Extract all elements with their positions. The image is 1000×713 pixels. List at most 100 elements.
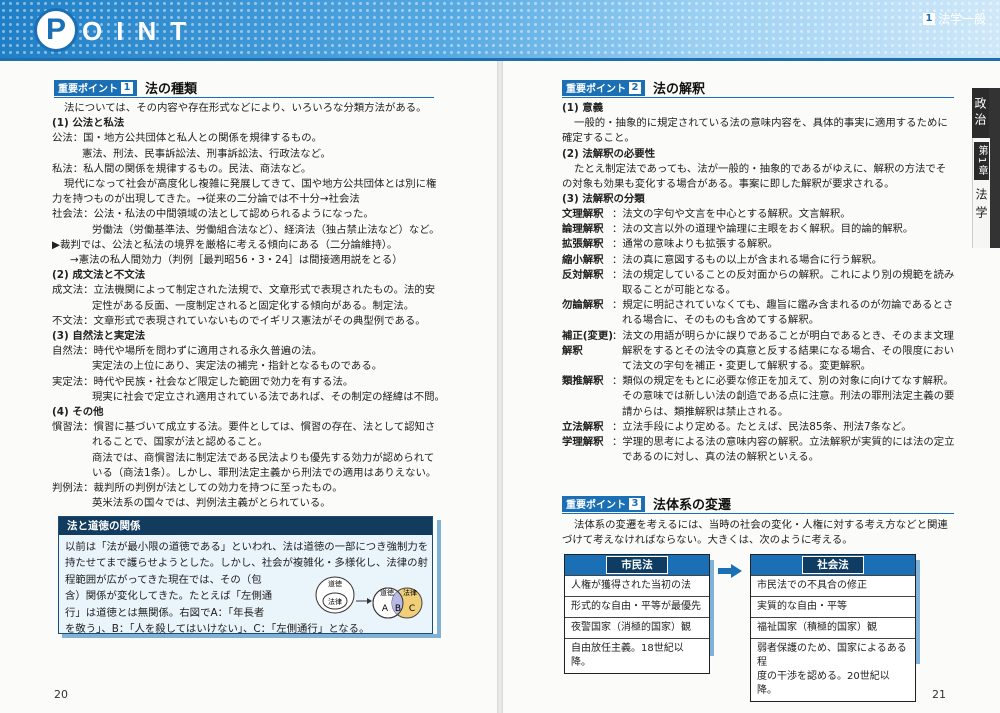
venn-c: C (409, 604, 415, 614)
section-2-badge-label: 重要ポイント (566, 84, 626, 95)
point-logo-text: OINT (82, 16, 201, 46)
venn-old-morality-label: 道徳 (328, 579, 342, 588)
term-definition-line: ：規定に明記されていなくても、趣旨に鑑み含まれるのが勿論であるとさ (612, 299, 954, 312)
left-body: 法については、その内容や存在形式などにより、いろいろな分類方法がある。 (1) … (52, 101, 445, 511)
term-name-line: 論理解釈 (562, 223, 604, 236)
subheading: (1) 意義 (562, 102, 604, 114)
point-logo-p: P (34, 8, 78, 52)
section-3-text: 法体系の変遷を考えるには、当時の社会の変化・人権に対する考え方などと関連 づけて… (562, 518, 958, 548)
body-line: 現実に社会で定立され適用されている法であれば、その制定の経緯は不問。 (92, 390, 445, 403)
section-1-number: 1 (121, 81, 133, 94)
civil-law-row: 自由放任主義。18世紀以降。 (565, 638, 709, 673)
term-name: 反対解釈 (562, 268, 612, 298)
interpretation-terms: 文理解釈 ：法文の字句や文言を中心とする解釈。文言解釈。 論理解釈 ：法の文言以外の道… (562, 207, 958, 465)
box-line: 持たせてまで護らせようとした。しかし、社会が複雑化・多様化し、法律の射 (65, 557, 428, 570)
left-page-number: 20 (54, 688, 68, 701)
social-law-row: 市民法での不具合の修正 (751, 575, 915, 596)
body-line: づけて考えなければならない。大きくは、次のように考える。 (562, 534, 853, 547)
section-3-number: 3 (629, 497, 641, 510)
term-name: 勿論解釈 (562, 298, 612, 328)
term-row: 勿論解釈 ：規定に明記されていなくても、趣旨に鑑み含まれるのが勿論であるとされる場… (562, 298, 958, 328)
subheading: (2) 成文法と不文法 (52, 269, 146, 282)
section-2-title: 法の解釈 (653, 82, 706, 97)
term-definition: ：通常の意味よりも拡張する解釈。 (612, 237, 778, 252)
body-line: 現代になって社会が高度化し複雑に発展してきて、国や地方公共団体とは別に権 (64, 178, 437, 191)
body-line: いる（商法1条）。しかし、罪刑法定主義から刑法での適用はありえない。 (92, 466, 437, 479)
section-2-number: 2 (629, 81, 641, 94)
term-definition: ：法文の用語が明らかに誤りであることが明白であるとき、そのまま文理 解釈をするとそ… (612, 329, 954, 375)
term-name: 文理解釈 (562, 207, 612, 222)
term-row: 立法解釈 ：立法手段により定める。たとえば、民法85条、刑法7条など。 (562, 420, 958, 435)
term-name-line: 勿論解釈 (562, 299, 604, 312)
law-morality-box-title: 法と道徳の関係 (59, 517, 432, 535)
side-index-tab: 政治 第1章 法学 (972, 88, 1000, 248)
body-line: の対象も効果も変化する場合がある。事案に即した解釈が要求される。 (562, 178, 895, 191)
term-name-line: 立法解釈 (562, 420, 604, 433)
social-law-header-label: 社会法 (802, 556, 864, 574)
book-spread: P OINT 1 法学一般 重要ポイント 1 法の種類 法については、その内容や… (0, 0, 1000, 713)
term-definition-line: れる場合に、そのものも含めてする解釈。 (622, 314, 820, 327)
social-law-row: 弱者保護のため、国家によるある程 度の干渉を認める。20世紀以降。 (751, 638, 915, 701)
body-line: れることで、国家が法と認めること。 (92, 436, 268, 449)
term-name: 立法解釈 (562, 420, 612, 435)
term-row: 類推解釈 ：類似の規定をもとに必要な修正を加えて、別の対象に向けてなす解釈。その意… (562, 374, 958, 420)
side-tab-chapter: 第1章 法学 (972, 138, 990, 248)
term-definition-line: ：法の規定していることの反対面からの解釈。これにより別の規範を読み (612, 268, 955, 281)
term-definition: ：法の真に意図するもの以上が含まれる場合に行う解釈。 (612, 253, 882, 268)
banner-rule (0, 58, 1000, 61)
section-3-header: 重要ポイント 3 法体系の変遷 (562, 494, 954, 514)
term-definition-line: ：学理的思考による法の意味内容の解釈。立法解釈が実質的には法の定立 (612, 436, 955, 449)
body-line: 実定法の上位にあり、実定法の補完・指針となるものである。 (92, 360, 383, 373)
term-row: 学理解釈 ：学理的思考による法の意味内容の解釈。立法解釈が実質的には法の定立 である… (562, 435, 958, 465)
term-definition-line: ：法文の用語が明らかに誤りであることが明白であるとき、そのまま文理 (612, 329, 954, 342)
venn-old-law-label: 法律 (328, 597, 342, 606)
term-definition-line: ：類似の規定をもとに必要な修正を加えて、別の対象に向けてなす解釈。 (612, 375, 954, 388)
venn-a: A (382, 604, 389, 614)
venn-morality-label: 道徳 (380, 588, 394, 597)
civil-law-row: 形式的な自由・平等が最優先 (565, 596, 709, 617)
side-tab-chapter-badge: 第1章 (974, 142, 989, 181)
term-definition-line: 取ることが可能となる。 (622, 284, 736, 297)
body-line: 公法：国・地方公共団体と私人との関係を規律するもの。 (52, 132, 323, 145)
term-definition: ：規定に明記されていなくても、趣旨に鑑み含まれるのが勿論であるとされる場合に、そ… (612, 298, 953, 328)
term-definition-line: て法文の字句を補正・変更して解釈する。変更解釈。 (622, 360, 872, 373)
side-tab-chapter-name: 法学 (974, 188, 988, 225)
term-definition-line: ：法文の字句や文言を中心とする解釈。文言解釈。 (612, 208, 851, 220)
section-2-badge: 重要ポイント 2 (562, 79, 645, 96)
body-line: 成文法：立法機関によって制定された法規で、文章形式で表現されたもの。法的安 (52, 284, 436, 297)
section-3-title: 法体系の変遷 (653, 498, 732, 513)
chapter-tag-number: 1 (922, 12, 935, 25)
civil-law-header-label: 市民法 (606, 556, 668, 574)
right-page-number: 21 (932, 688, 946, 701)
body-line: 力を持つものが出現してきた。→従来の二分論では不十分→社会法 (52, 193, 360, 206)
term-definition: ：類似の規定をもとに必要な修正を加えて、別の対象に向けてなす解釈。その意味では新… (612, 374, 954, 420)
box-line: 以前は「法が最小限の道徳である」といわれ、法は道徳の一部につき強制力を (65, 541, 429, 553)
arrow-right-icon (718, 564, 742, 578)
term-name-line: 補正(変更) (562, 329, 614, 342)
term-row: 文理解釈 ：法文の字句や文言を中心とする解釈。文言解釈。 (562, 207, 958, 222)
term-row: 論理解釈 ：法の文言以外の道理や論理に主眼をおく解釈。目的論的解釈。 (562, 222, 958, 237)
subheading: (2) 法解釈の必要性 (562, 147, 656, 160)
term-name: 縮小解釈 (562, 253, 612, 268)
term-definition-line: その意味では新しい法の創造である点に注意。刑法の罪刑法定主義の要 (622, 390, 955, 403)
term-definition-line: ：通常の意味よりも拡張する解釈。 (612, 238, 779, 251)
section-1-badge-label: 重要ポイント (58, 84, 118, 95)
body-line: 実定法：時代や民族・社会など限定した範囲で効力を有する法。 (52, 375, 354, 388)
term-row: 拡張解釈 ：通常の意味よりも拡張する解釈。 (562, 237, 958, 252)
right-body-intro: (1) 意義 一般的・抽象的に規定されている法の意味内容を、具体的事実に適用する… (562, 101, 962, 207)
term-definition: ：立法手段により定める。たとえば、民法85条、刑法7条など。 (612, 420, 912, 435)
term-definition-line: ：立法手段により定める。たとえば、民法85条、刑法7条など。 (612, 420, 912, 433)
term-name-line: 類推解釈 (562, 375, 604, 388)
term-name-line: 拡張解釈 (562, 238, 604, 251)
term-definition: ：法の規定していることの反対面からの解釈。これにより別の規範を読み取ることが可能… (612, 268, 954, 298)
section-1-badge: 重要ポイント 1 (54, 79, 137, 96)
term-row: 縮小解釈 ：法の真に意図するもの以上が含まれる場合に行う解釈。 (562, 253, 958, 268)
civil-law-row: 夜警国家（消極的国家）観 (565, 617, 709, 638)
body-line: たとえ制定法であっても、法が一般的・抽象的であるがゆえに、解釈の方法でそ (574, 162, 947, 175)
body-line: ▶裁判では、公法と私法の境界を厳格に考える傾向にある（二分論維持）。 (52, 238, 398, 251)
body-line: 商法では、商慣習法に制定法である民法よりも優先する効力が認められて (92, 451, 435, 464)
term-name: 拡張解釈 (562, 237, 612, 252)
social-law-row: 福祉国家（積極的国家）観 (751, 617, 915, 638)
social-law-table: 社会法 市民法での不具合の修正 実質的な自由・平等 福祉国家（積極的国家）観 弱… (750, 554, 916, 702)
body-line: 法については、その内容や存在形式などにより、いろいろな分類方法がある。 (64, 102, 427, 114)
